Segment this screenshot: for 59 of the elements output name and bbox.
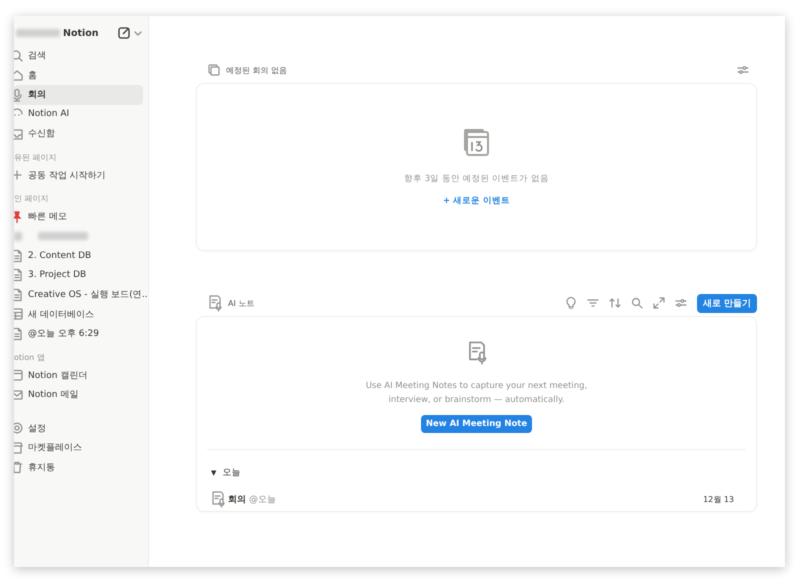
group-label: 오늘: [222, 467, 240, 479]
sidebar-item[interactable]: Notion AI: [14, 104, 143, 124]
sidebar-item[interactable]: 휴지통: [14, 458, 143, 477]
sidebar-item[interactable]: Notion 캘린더: [14, 366, 143, 385]
page-icon: [14, 326, 24, 341]
chevron-down-icon[interactable]: [134, 29, 142, 37]
workspace-name[interactable]: Notion: [63, 28, 99, 38]
house-icon: [14, 68, 24, 82]
empty-message: 향후 3일 동안 예정된 이벤트가 없음: [404, 172, 549, 186]
new-button[interactable]: 새로 만들기: [696, 294, 757, 312]
pin-icon: [14, 210, 24, 224]
envelope-icon: [14, 388, 24, 402]
section-title: 예정된 회의 없음: [226, 64, 288, 76]
page-icon: [14, 268, 24, 282]
blurred-icon: [14, 232, 22, 241]
blurred-title: [38, 232, 88, 240]
section-heading: otion 앱: [14, 352, 46, 364]
date-mention: @오늘: [249, 494, 276, 506]
sidebar-item[interactable]: 2. Content DB: [14, 246, 143, 266]
search-icon[interactable]: [630, 297, 643, 309]
sidebar-item[interactable]: 공동 작업 시작하기: [14, 166, 143, 185]
section-heading: 인 페이지: [14, 193, 50, 205]
mic-icon: [14, 88, 24, 102]
lightbulb-icon[interactable]: [564, 297, 577, 309]
page-icon: [14, 248, 24, 263]
note-title[interactable]: 회의: [228, 493, 246, 506]
trash-icon: [14, 460, 24, 474]
empty-message: Use AI Meeting Notes to capture your next meeting, interview, or brainstorm — automatically.: [364, 380, 588, 407]
section-heading: 유된 페이지: [14, 152, 58, 164]
settings-sliders-icon[interactable]: [674, 297, 687, 309]
new-event-link[interactable]: + 새로운 이벤트: [442, 194, 510, 206]
page-icon: [14, 288, 24, 302]
table-icon: [14, 307, 24, 322]
section-title: AI 노트: [228, 298, 254, 308]
filter-icon[interactable]: [586, 297, 599, 309]
tray-icon: [14, 126, 24, 141]
sidebar-item[interactable]: 수신함: [14, 124, 143, 144]
sidebar-item[interactable]: 새 데이터베이스: [14, 304, 143, 324]
sort-icon[interactable]: [608, 297, 621, 309]
compose-icon[interactable]: [117, 26, 131, 40]
settings-sliders-icon[interactable]: [737, 64, 749, 76]
sidebar-item[interactable]: Notion 메일: [14, 385, 143, 404]
sidebar-item[interactable]: 빠른 메모: [14, 207, 143, 226]
sidebar-item[interactable]: @오늘 오후 6:29: [14, 324, 143, 344]
sidebar-item[interactable]: 마켓플레이스: [14, 438, 143, 458]
sidebar-item[interactable]: 회의: [14, 85, 143, 104]
new-meeting-note-button[interactable]: New AI Meeting Note: [420, 415, 532, 433]
expand-icon[interactable]: [652, 297, 665, 309]
sidebar-item[interactable]: 설정: [14, 418, 143, 438]
sidebar-item[interactable]: 검색: [14, 46, 143, 66]
sidebar-item[interactable]: 3. Project DB: [14, 266, 143, 285]
sidebar-item[interactable]: 홈: [14, 66, 143, 85]
gear-icon: [14, 421, 24, 436]
search-icon: [14, 48, 24, 63]
note-mic-icon: [211, 491, 225, 508]
note-date: 12월 13: [703, 494, 734, 505]
note-mic-icon: [208, 294, 222, 312]
workspace-avatar: [16, 29, 60, 37]
plus-icon: [14, 168, 24, 182]
